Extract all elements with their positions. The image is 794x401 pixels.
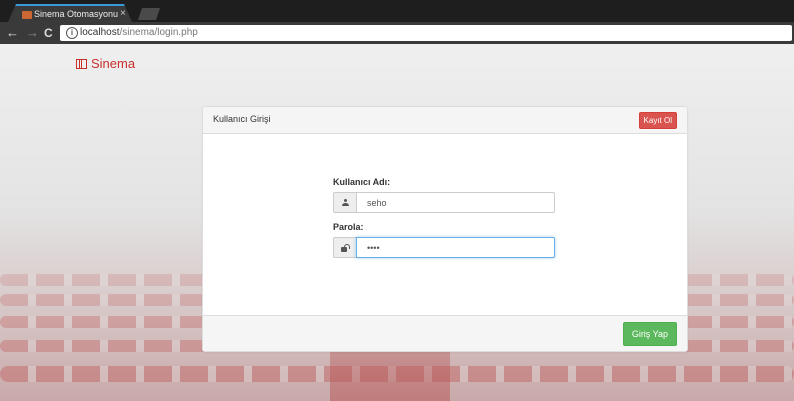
brand-logo[interactable]: Sinema	[76, 56, 135, 71]
brand-name: Sinema	[91, 56, 136, 71]
tab-title: Sinema Otomasyonu	[34, 9, 119, 19]
favicon-icon	[22, 11, 32, 19]
user-icon	[341, 199, 349, 206]
panel-heading: Kullanıcı Girişi Kayıt Ol	[203, 107, 687, 134]
username-group	[333, 192, 555, 213]
password-input[interactable]	[356, 237, 555, 258]
url-path: /sinema/login.php	[119, 27, 198, 38]
address-bar[interactable]: i localhost/sinema/login.php	[60, 25, 792, 41]
page-background: Sinema Kullanıcı Girişi Kayıt Ol Kullanı…	[0, 44, 794, 401]
username-label: Kullanıcı Adı:	[333, 177, 391, 187]
new-tab-button[interactable]	[138, 8, 160, 20]
film-icon	[76, 58, 87, 69]
tab-bar: Sinema Otomasyonu ×	[0, 0, 794, 22]
url-text: localhost/sinema/login.php	[80, 27, 198, 38]
username-addon	[333, 192, 356, 213]
back-icon[interactable]: ←	[6, 25, 19, 41]
browser-toolbar: ← → C i localhost/sinema/login.php	[0, 22, 794, 44]
panel-title: Kullanıcı Girişi	[213, 114, 271, 124]
login-form: Kullanıcı Adı: Parola:	[333, 177, 555, 267]
panel-footer: Giriş Yap	[203, 315, 687, 351]
password-group	[333, 237, 555, 258]
info-icon[interactable]: i	[66, 27, 78, 39]
register-button[interactable]: Kayıt Ol	[638, 112, 677, 129]
tab-close-icon[interactable]: ×	[120, 8, 126, 19]
login-panel: Kullanıcı Girişi Kayıt Ol Kullanıcı Adı:…	[202, 106, 688, 352]
password-label: Parola:	[333, 222, 364, 232]
forward-icon[interactable]: →	[26, 25, 39, 41]
lock-icon	[341, 243, 350, 252]
url-host: localhost	[80, 27, 120, 38]
password-addon	[333, 237, 356, 258]
login-button[interactable]: Giriş Yap	[622, 322, 677, 346]
browser-tab[interactable]: Sinema Otomasyonu ×	[8, 4, 132, 22]
username-input[interactable]	[356, 192, 555, 213]
reload-icon[interactable]: C	[44, 25, 53, 41]
